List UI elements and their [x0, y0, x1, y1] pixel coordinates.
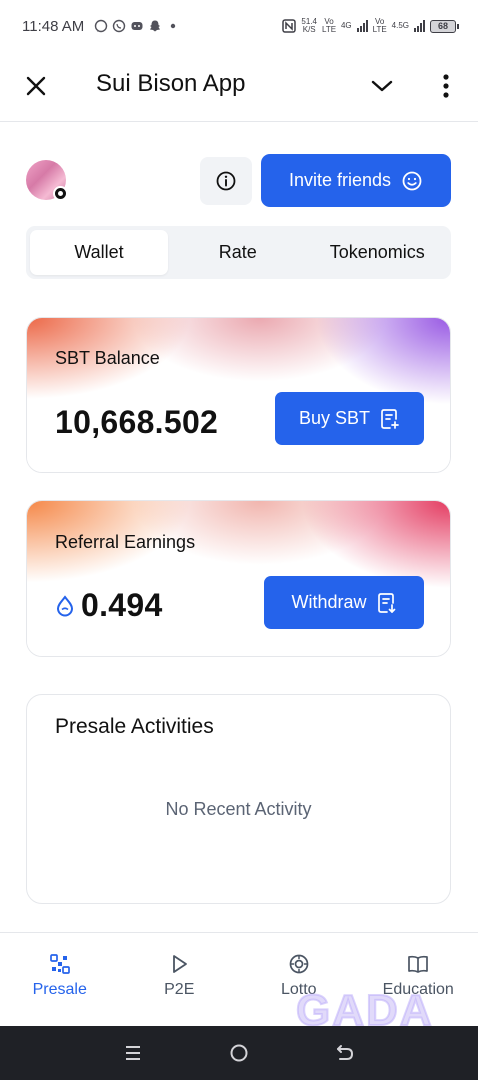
referral-earnings-card: Referral Earnings 0.494 Withdraw — [26, 500, 451, 657]
tab-rate[interactable]: Rate — [168, 230, 308, 275]
menu-icon — [126, 1046, 140, 1060]
referral-earnings-label: Referral Earnings — [55, 532, 196, 552]
chevron-down-icon — [371, 80, 393, 92]
withdraw-label: Withdraw — [291, 592, 367, 612]
receipt-download-icon — [377, 592, 395, 613]
collapse-button[interactable] — [368, 72, 396, 100]
back-button[interactable] — [330, 1038, 360, 1068]
battery-icon: 68 — [430, 19, 459, 33]
empty-state-text: No Recent Activity — [165, 799, 312, 819]
sim2-tech: 4.5G — [391, 21, 409, 30]
page-title: Sui Bison App — [96, 70, 246, 97]
snapchat-icon — [150, 20, 161, 32]
dot-icon — [171, 23, 176, 29]
system-nav-bar — [0, 1026, 478, 1080]
sim1-label: Vo LTE — [321, 17, 337, 34]
back-icon — [337, 1045, 354, 1060]
net-speed: 51.4 K/S — [301, 18, 317, 34]
invite-friends-label: Invite friends — [288, 170, 392, 190]
bottom-nav: Presale P2E Lotto Education — [0, 932, 478, 1026]
whatsapp-icon — [113, 19, 126, 33]
net-speed-unit: K/S — [302, 25, 316, 34]
more-vertical-icon — [443, 74, 449, 98]
sbt-balance-label: SBT Balance — [55, 348, 160, 368]
home-button[interactable] — [224, 1038, 254, 1068]
nfc-icon — [282, 19, 297, 33]
withdraw-button[interactable]: Withdraw — [264, 576, 424, 629]
presale-activities-card: Presale Activities No Recent Activity — [26, 694, 451, 904]
sim2-signal-icon — [414, 20, 425, 32]
more-button[interactable] — [432, 72, 460, 100]
notification-icons — [94, 19, 180, 33]
info-icon — [216, 171, 236, 191]
avatar-status-icon — [53, 186, 68, 201]
whatsapp-business-icon — [95, 19, 108, 33]
status-right: 51.4 K/S Vo LTE 4G Vo LTE 4.5G 68 — [282, 17, 459, 34]
tab-wallet[interactable]: Wallet — [30, 230, 168, 275]
avatar[interactable] — [26, 160, 68, 201]
presale-activities-title: Presale Activities — [55, 715, 214, 738]
sbt-balance-card: SBT Balance 10,668.502 Buy SBT — [26, 317, 451, 473]
sim1-signal-icon — [356, 20, 368, 32]
sbt-balance-value: 10,668.502 — [55, 404, 219, 440]
recent-apps-button[interactable] — [118, 1038, 148, 1068]
receipt-add-icon — [381, 408, 399, 429]
tab-bar: Wallet Rate Tokenomics — [26, 226, 451, 279]
nav-item-lotto[interactable]: Lotto — [239, 933, 359, 1026]
status-left: 11:48 AM — [22, 18, 180, 35]
nav-label-lotto: Lotto — [280, 981, 317, 998]
nav-item-education[interactable]: Education — [359, 933, 478, 1026]
info-button[interactable] — [200, 157, 252, 205]
sui-drop-icon — [56, 595, 74, 617]
buy-sbt-label: Buy SBT — [298, 408, 371, 428]
app-header: Sui Bison App — [0, 52, 478, 122]
nav-item-presale[interactable]: Presale — [0, 933, 120, 1026]
battery-level: 68 — [437, 21, 448, 31]
home-circle-icon — [230, 1044, 248, 1062]
close-icon — [26, 76, 46, 96]
status-bar: 11:48 AM 51.4 K/S Vo LTE 4G Vo LTE 4.5G … — [0, 0, 478, 52]
nav-item-p2e[interactable]: P2E — [120, 933, 240, 1026]
nav-label-p2e: P2E — [164, 981, 195, 998]
play-icon — [173, 955, 188, 973]
nav-label-education: Education — [382, 981, 454, 998]
sim1-tech: 4G — [340, 21, 352, 30]
buy-sbt-button[interactable]: Buy SBT — [275, 392, 424, 445]
nav-label-presale: Presale — [32, 981, 87, 998]
smile-icon — [402, 171, 422, 190]
book-icon — [408, 955, 429, 973]
sim2-label: Vo LTE — [372, 17, 387, 34]
invite-friends-button[interactable]: Invite friends — [261, 154, 451, 207]
referral-earnings-value: 0.494 — [81, 587, 163, 623]
discord-icon — [131, 22, 143, 30]
tab-tokenomics[interactable]: Tokenomics — [308, 230, 448, 275]
lotto-icon — [289, 954, 309, 974]
presale-icon — [49, 954, 70, 974]
status-time: 11:48 AM — [22, 17, 85, 35]
close-button[interactable] — [22, 72, 50, 100]
